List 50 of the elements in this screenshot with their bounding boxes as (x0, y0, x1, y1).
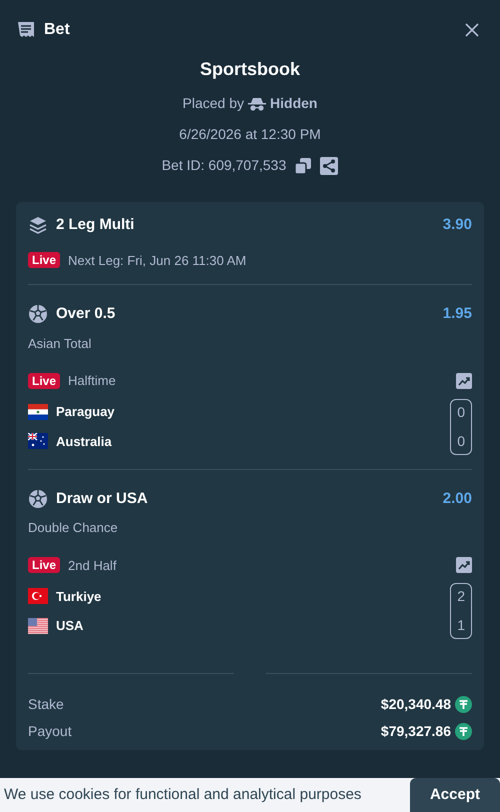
next-leg-time: Next Leg: Fri, Jun 26 11:30 AM (68, 252, 246, 270)
tether-coin-icon (455, 696, 472, 713)
team-score: 1 (457, 616, 465, 635)
selection-title: Over 0.5 (56, 304, 116, 324)
close-icon (464, 22, 480, 38)
market-name: Asian Total (28, 334, 92, 352)
placed-by-label: Placed by (182, 94, 244, 113)
layers-icon (28, 215, 48, 236)
bet-date: 6/26/2026 at 12:30 PM (179, 125, 321, 144)
tether-coin-icon (455, 723, 472, 740)
total-amount: $20,340.48 (380, 695, 451, 714)
dialog-title: Bet (44, 20, 70, 40)
flag-icon (28, 588, 48, 604)
leg-odds: 1.95 (442, 304, 472, 324)
team-name: Australia (56, 432, 112, 450)
total-label: Stake (28, 695, 64, 714)
team-name: Turkiye (56, 588, 102, 606)
market-name: Double Chance (28, 519, 119, 537)
total-label: Payout (28, 722, 72, 741)
live-badge: Live (28, 252, 60, 268)
cookie-message: We use cookies for functional and analytical purposes (4, 784, 362, 805)
flag-icon (28, 404, 48, 420)
leg-odds: 2.00 (442, 488, 472, 508)
book-title: Sportsbook (200, 58, 300, 81)
match-status: 2nd Half (68, 556, 116, 574)
accept-button[interactable]: Accept (410, 778, 500, 812)
chart-icon[interactable] (456, 557, 472, 574)
total-odds: 3.90 (442, 215, 472, 235)
share-icon[interactable] (320, 156, 338, 174)
selection-title: Draw or USA (56, 488, 148, 508)
team-score: 0 (457, 402, 465, 422)
receipt-icon (16, 20, 36, 40)
user-name: Hidden (270, 94, 318, 113)
total-amount: $79,327.86 (380, 722, 451, 741)
copy-icon[interactable] (294, 156, 312, 174)
soccer-ball-icon (28, 488, 48, 509)
match-status: Halftime (68, 372, 116, 390)
bet-id: Bet ID: 609,707,533 (162, 156, 286, 175)
live-badge: Live (28, 372, 60, 389)
soccer-ball-icon (28, 304, 48, 324)
flag-icon (28, 433, 48, 450)
team-score: 2 (457, 587, 465, 606)
chart-icon[interactable] (456, 372, 472, 389)
multi-title: 2 Leg Multi (56, 215, 134, 235)
live-badge: Live (28, 557, 60, 574)
team-name: USA (56, 617, 84, 635)
team-score: 0 (457, 432, 465, 450)
incognito-icon (248, 96, 266, 110)
flag-icon (28, 618, 48, 634)
team-name: Paraguay (56, 403, 115, 421)
